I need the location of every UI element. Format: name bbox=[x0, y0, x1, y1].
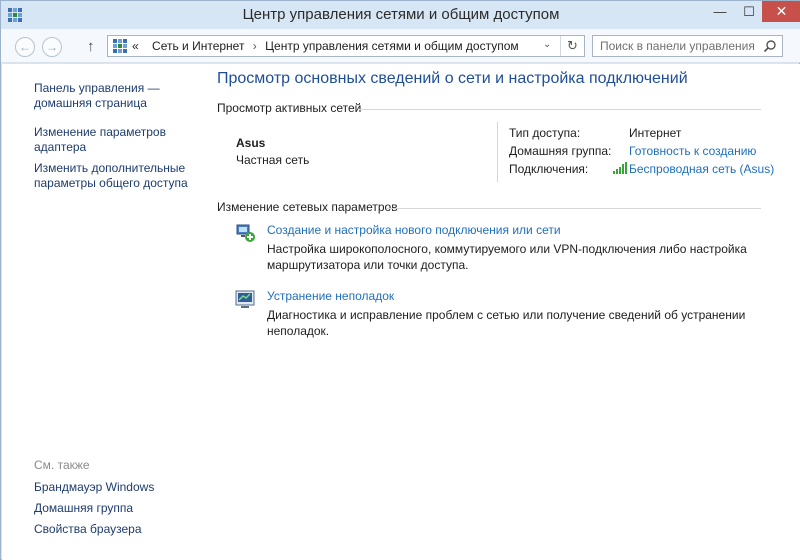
sidebar-item-adapter-settings[interactable]: Изменение параметров адаптера bbox=[34, 125, 199, 155]
see-also-item-firewall[interactable]: Брандмауэр Windows bbox=[34, 480, 199, 495]
minimize-button[interactable]: — bbox=[705, 1, 735, 22]
address-bar: ← → ↑ « Сеть и Интернет › Центр управлен… bbox=[1, 29, 800, 63]
breadcrumb[interactable]: « Сеть и Интернет › Центр управления сет… bbox=[107, 35, 585, 57]
maximize-button[interactable]: ☐ bbox=[734, 1, 764, 22]
window-title: Центр управления сетями и общим доступом bbox=[242, 6, 560, 23]
troubleshoot-link[interactable]: Устранение неполадок bbox=[267, 289, 394, 303]
active-networks-heading: Просмотр активных сетей bbox=[217, 101, 362, 115]
change-settings-heading: Изменение сетевых параметров bbox=[217, 200, 398, 214]
close-button[interactable]: ✕ bbox=[762, 1, 800, 22]
see-also-item-browser-properties[interactable]: Свойства браузера bbox=[34, 522, 199, 537]
network-setup-icon bbox=[236, 224, 255, 242]
setup-connection-description: Настройка широкополосного, коммутируемог… bbox=[267, 242, 747, 272]
divider bbox=[387, 208, 761, 209]
troubleshoot-icon bbox=[235, 290, 255, 308]
up-button[interactable]: ↑ bbox=[87, 38, 95, 55]
setup-connection-link[interactable]: Создание и настройка нового подключения … bbox=[267, 223, 561, 237]
sidebar-item-control-panel-home[interactable]: Панель управления — домашняя страница bbox=[34, 81, 199, 111]
window: Центр управления сетями и общим доступом… bbox=[0, 0, 800, 560]
chevron-down-icon[interactable]: ⌄ bbox=[543, 39, 551, 50]
wifi-signal-icon bbox=[613, 162, 627, 174]
network-category[interactable]: Частная сеть bbox=[236, 153, 309, 167]
divider bbox=[497, 122, 498, 182]
page-title: Просмотр основных сведений о сети и наст… bbox=[217, 70, 688, 87]
sidebar-item-advanced-sharing[interactable]: Изменить дополнительные параметры общего… bbox=[34, 161, 199, 191]
see-also-item-homegroup[interactable]: Домашняя группа bbox=[34, 501, 199, 516]
title-bar[interactable]: Центр управления сетями и общим доступом… bbox=[1, 1, 800, 29]
refresh-button[interactable]: ↻ bbox=[560, 36, 584, 56]
breadcrumb-overflow[interactable]: « bbox=[132, 39, 139, 53]
homegroup-label: Домашняя группа: bbox=[509, 144, 612, 158]
search-box bbox=[592, 35, 783, 57]
back-button[interactable]: ← bbox=[15, 37, 35, 57]
control-panel-icon bbox=[113, 39, 127, 53]
network-name: Asus bbox=[236, 136, 266, 150]
search-input[interactable] bbox=[593, 36, 758, 56]
breadcrumb-separator[interactable]: › bbox=[253, 39, 257, 53]
divider bbox=[359, 109, 761, 110]
access-type-value: Интернет bbox=[629, 126, 682, 140]
connections-label: Подключения: bbox=[509, 162, 589, 176]
main-panel: Просмотр основных сведений о сети и наст… bbox=[217, 64, 797, 560]
homegroup-link[interactable]: Готовность к созданию bbox=[629, 144, 756, 158]
sidebar: Панель управления — домашняя страница Из… bbox=[2, 64, 202, 560]
content-area: Панель управления — домашняя страница Из… bbox=[2, 64, 800, 560]
see-also-heading: См. также bbox=[34, 458, 90, 472]
troubleshoot-description: Диагностика и исправление проблем с сеть… bbox=[267, 308, 746, 338]
forward-button[interactable]: → bbox=[42, 37, 62, 57]
breadcrumb-item-network-center[interactable]: Центр управления сетями и общим доступом bbox=[265, 39, 519, 53]
search-icon[interactable] bbox=[763, 39, 777, 53]
access-type-label: Тип доступа: bbox=[509, 126, 581, 140]
breadcrumb-item-network[interactable]: Сеть и Интернет bbox=[152, 39, 244, 53]
connection-link[interactable]: Беспроводная сеть (Asus) bbox=[629, 162, 774, 176]
